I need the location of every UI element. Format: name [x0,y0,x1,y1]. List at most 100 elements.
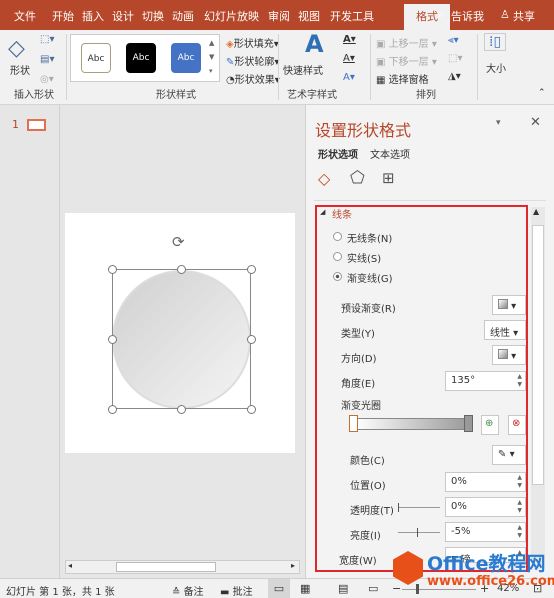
resize-handle[interactable] [177,405,186,414]
radio-gradient-line[interactable] [333,272,342,281]
notes-button[interactable]: ≙ 备注 [172,583,204,598]
tab-developer[interactable]: 开发工具 [330,8,374,24]
scroll-thumb[interactable] [116,562,216,572]
fill-line-icon[interactable]: ◇ [318,169,330,188]
pane-scrollbar[interactable]: ▲ [531,207,545,567]
merge-shapes-icon[interactable]: ◎▾ [40,74,54,85]
align-icon[interactable]: ⫷▾ [448,35,459,46]
gradient-stop-1[interactable] [349,415,358,432]
style-sample-blue[interactable]: Abc [171,43,201,73]
tab-shape-options[interactable]: 形状选项 [318,146,358,161]
edit-shape-icon[interactable]: ⬚▾ [40,34,54,45]
pane-scroll-thumb[interactable] [532,225,544,485]
tab-view[interactable]: 视图 [298,8,320,24]
tab-insert[interactable]: 插入 [82,8,104,24]
color-picker-button[interactable]: ✎ ▾ [492,445,526,465]
radio-label[interactable]: 实线(S) [347,250,381,265]
tab-animations[interactable]: 动画 [172,8,194,24]
group-icon[interactable]: ⬚▾ [448,53,462,64]
radio-solid-line[interactable] [333,252,342,261]
resize-handle[interactable] [177,265,186,274]
share-icon[interactable]: ♙ [500,8,510,21]
tab-design[interactable]: 设计 [112,8,134,24]
style-sample-black[interactable]: Abc [126,43,156,73]
position-input[interactable]: 0% ▲ ▼ [445,472,526,492]
tab-transitions[interactable]: 切换 [142,8,164,24]
collapse-ribbon-icon[interactable]: ⌃ [538,88,546,98]
rotate-icon[interactable]: ◮▾ [448,71,461,82]
comments-button[interactable]: ▬ 批注 [220,583,253,598]
text-effects-icon[interactable]: A▾ [343,72,355,83]
shapes-button[interactable]: 形状 [10,62,30,77]
text-box-icon[interactable]: ▤▾ [40,54,54,65]
effects-pentagon-icon[interactable]: ⬠ [350,168,365,188]
scroll-up-icon[interactable]: ▲ [533,207,539,216]
quick-styles-icon[interactable]: A [305,30,324,58]
size-properties-icon[interactable]: ⊞ [382,169,395,187]
transparency-input[interactable]: 0% ▲ ▼ [445,497,526,517]
shape-fill-button[interactable]: ◈形状填充▾ [226,35,279,50]
send-backward-button[interactable]: ▣ 下移一层 ▾ [376,53,437,68]
zoom-in-button[interactable]: + [480,582,489,595]
size-button[interactable]: 大小 [486,60,506,75]
brightness-input[interactable]: -5% ▲ ▼ [445,522,526,542]
quick-styles-button[interactable]: 快速样式 [283,62,323,77]
selection-pane-button[interactable]: ▦ 选择窗格 [376,71,429,86]
tab-slideshow[interactable]: 幻灯片放映 [204,8,259,24]
resize-handle[interactable] [108,405,117,414]
resize-handle[interactable] [108,335,117,344]
remove-stop-button[interactable]: ⊗ [508,415,526,435]
radio-label[interactable]: 渐变线(G) [347,270,393,285]
tell-me-search-icon[interactable]: ⌕ [438,8,444,22]
transparency-slider-thumb[interactable] [398,503,399,512]
gradient-stop-2[interactable] [464,415,473,432]
collapse-icon[interactable]: ◢ [320,208,325,216]
fit-slide-icon[interactable]: ⊡ [533,582,542,595]
add-stop-button[interactable]: ⊕ [481,415,499,435]
share-button[interactable]: 共享 [513,8,535,24]
direction-dropdown[interactable]: ▾ [492,345,526,365]
resize-handle[interactable] [247,265,256,274]
rotate-handle-icon[interactable]: ⟳ [172,233,185,251]
preset-gradient-dropdown[interactable]: ▾ [492,295,526,315]
normal-view-icon[interactable]: ▭ [268,579,290,598]
zoom-out-button[interactable]: − [392,582,401,595]
zoom-slider[interactable] [402,589,476,590]
brightness-slider-thumb[interactable] [417,528,418,537]
transparency-slider[interactable] [398,507,440,508]
tab-text-options[interactable]: 文本选项 [370,146,410,161]
tab-home[interactable]: 开始 [52,8,74,24]
section-line[interactable]: 线条 [332,206,352,221]
width-input[interactable]: 5 磅 ▲ [445,547,526,563]
style-sample-outline[interactable]: Abc [81,43,111,73]
scroll-left-icon[interactable]: ◂ [68,561,72,570]
close-icon[interactable]: ✕ [530,115,541,130]
slideshow-icon[interactable]: ▭ [368,582,378,595]
shape-outline-button[interactable]: ✎形状轮廓▾ [226,53,279,68]
gallery-scroll[interactable]: ▲ ▼ ▾ [209,36,214,78]
type-dropdown[interactable]: 线性 ▾ [484,320,526,340]
horizontal-scrollbar[interactable]: ◂ ▸ [65,560,300,574]
slide-sorter-icon[interactable]: ▦ [300,582,310,595]
angle-input[interactable]: 135° ▲ ▼ [445,371,526,391]
size-icon[interactable]: ⁞▯ [484,33,507,51]
shape-effects-button[interactable]: ◔形状效果▾ [226,71,280,86]
reading-view-icon[interactable]: ▤ [338,582,348,595]
resize-handle[interactable] [247,405,256,414]
tab-file[interactable]: 文件 [14,8,36,24]
bring-forward-button[interactable]: ▣ 上移一层 ▾ [376,35,437,50]
zoom-slider-thumb[interactable] [416,584,419,594]
radio-label[interactable]: 无线条(N) [347,230,392,245]
resize-handle[interactable] [108,265,117,274]
radio-no-line[interactable] [333,232,342,241]
zoom-level[interactable]: 42% [497,583,519,594]
tell-me[interactable]: 告诉我 [451,8,484,24]
slide-thumbnail[interactable] [27,119,46,131]
brightness-slider[interactable] [398,532,440,533]
shapes-icon[interactable]: ◇ [8,36,25,61]
pane-options-icon[interactable]: ▾ [496,118,501,128]
tab-review[interactable]: 审阅 [268,8,290,24]
gradient-bar[interactable] [354,418,470,430]
text-outline-icon[interactable]: A▾ [343,53,355,64]
text-fill-icon[interactable]: A▾ [343,34,356,45]
